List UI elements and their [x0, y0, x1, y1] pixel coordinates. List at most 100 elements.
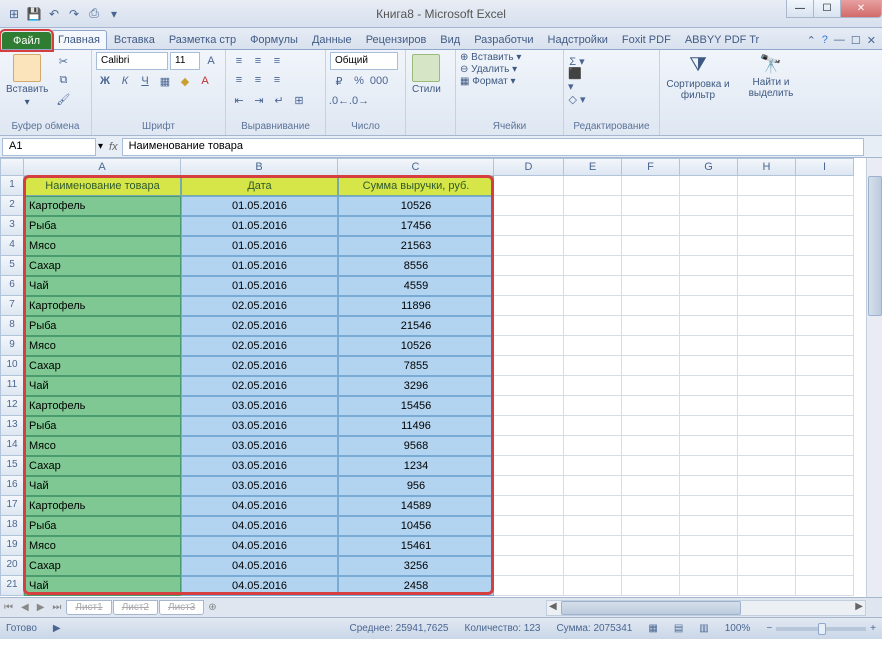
cell[interactable] — [680, 476, 738, 496]
cell[interactable] — [494, 576, 564, 596]
cell[interactable] — [622, 396, 680, 416]
fill-icon[interactable]: ⬛ ▾ — [568, 71, 586, 89]
cell-name[interactable]: Чай — [24, 276, 181, 296]
row-header[interactable]: 16 — [0, 476, 24, 496]
tab-главная[interactable]: Главная — [51, 30, 107, 49]
fx-icon[interactable]: fx — [105, 141, 122, 153]
cell-sum[interactable]: 10456 — [338, 516, 494, 536]
cell[interactable] — [680, 236, 738, 256]
cell-date[interactable]: 03.05.2016 — [181, 476, 338, 496]
align-right-icon[interactable]: ≡ — [268, 71, 286, 89]
cell[interactable] — [494, 396, 564, 416]
row-header[interactable]: 12 — [0, 396, 24, 416]
cell[interactable] — [622, 416, 680, 436]
cell-sum[interactable]: 3256 — [338, 556, 494, 576]
cell-sum[interactable]: 10526 — [338, 336, 494, 356]
new-sheet-icon[interactable]: ⊕ — [204, 602, 220, 613]
ribbon-minimize-icon[interactable]: ⌃ — [807, 34, 816, 47]
bold-icon[interactable]: Ж — [96, 72, 114, 90]
cell-sum[interactable]: 4559 — [338, 276, 494, 296]
cut-icon[interactable]: ✂ — [54, 52, 72, 70]
cell[interactable] — [564, 356, 622, 376]
cell[interactable] — [494, 456, 564, 476]
cell-name[interactable]: Чай — [24, 376, 181, 396]
cell[interactable] — [796, 556, 854, 576]
cell[interactable] — [796, 276, 854, 296]
cell[interactable] — [564, 516, 622, 536]
cell-sum[interactable]: 11496 — [338, 416, 494, 436]
cell-date[interactable]: 03.05.2016 — [181, 456, 338, 476]
decrease-decimal-icon[interactable]: .0→ — [350, 92, 368, 110]
cell[interactable] — [564, 416, 622, 436]
undo-icon[interactable]: ↶ — [46, 6, 62, 22]
cell[interactable] — [622, 576, 680, 596]
row-header[interactable]: 3 — [0, 216, 24, 236]
cell[interactable] — [622, 316, 680, 336]
header-cell-sum[interactable]: Сумма выручки, руб. — [338, 176, 494, 196]
redo-icon[interactable]: ↷ — [66, 6, 82, 22]
sheet-tab[interactable]: Лист2 — [113, 600, 158, 615]
tab-foxit pdf[interactable]: Foxit PDF — [615, 30, 678, 49]
cell-sum[interactable]: 2458 — [338, 576, 494, 596]
cell-name[interactable]: Чай — [24, 476, 181, 496]
cell-sum[interactable]: 21563 — [338, 236, 494, 256]
cell[interactable] — [494, 276, 564, 296]
cell-name[interactable]: Картофель — [24, 496, 181, 516]
row-header[interactable]: 15 — [0, 456, 24, 476]
name-box[interactable]: A1 — [2, 138, 96, 156]
view-pagebreak-icon[interactable]: ▥ — [699, 623, 708, 634]
vertical-scroll-thumb[interactable] — [868, 176, 882, 316]
sort-filter-button[interactable]: ⧩ Сортировка и фильтр — [664, 52, 732, 103]
doc-close-icon[interactable]: ✕ — [867, 34, 876, 47]
cell[interactable] — [680, 216, 738, 236]
cell[interactable] — [680, 256, 738, 276]
tab-разработчи[interactable]: Разработчи — [467, 30, 540, 49]
cell[interactable] — [564, 436, 622, 456]
cell-name[interactable]: Мясо — [24, 436, 181, 456]
column-header-H[interactable]: H — [738, 158, 796, 176]
cell[interactable] — [738, 336, 796, 356]
column-header-B[interactable]: B — [181, 158, 338, 176]
cell[interactable] — [680, 536, 738, 556]
cell[interactable] — [494, 356, 564, 376]
horizontal-scrollbar[interactable]: ◀ ▶ — [546, 600, 866, 616]
cell-sum[interactable]: 17456 — [338, 216, 494, 236]
cell[interactable] — [494, 556, 564, 576]
cell[interactable] — [680, 336, 738, 356]
cell[interactable] — [494, 496, 564, 516]
cell[interactable] — [738, 176, 796, 196]
cell-date[interactable]: 03.05.2016 — [181, 396, 338, 416]
cell-name[interactable]: Чай — [24, 576, 181, 596]
cell-sum[interactable]: 3296 — [338, 376, 494, 396]
cell[interactable] — [680, 276, 738, 296]
row-header[interactable]: 7 — [0, 296, 24, 316]
cell[interactable] — [738, 296, 796, 316]
align-center-icon[interactable]: ≡ — [249, 71, 267, 89]
row-header[interactable]: 19 — [0, 536, 24, 556]
cell[interactable] — [680, 456, 738, 476]
cell-date[interactable]: 03.05.2016 — [181, 416, 338, 436]
column-header-A[interactable]: A — [24, 158, 181, 176]
cell-name[interactable]: Картофель — [24, 296, 181, 316]
border-icon[interactable]: ▦ — [156, 72, 174, 90]
horizontal-scroll-thumb[interactable] — [561, 601, 741, 615]
cell[interactable] — [564, 476, 622, 496]
cell[interactable] — [564, 576, 622, 596]
cell[interactable] — [622, 356, 680, 376]
column-header-I[interactable]: I — [796, 158, 854, 176]
view-normal-icon[interactable]: ▦ — [648, 623, 657, 634]
sheet-tab[interactable]: Лист3 — [159, 600, 204, 615]
increase-font-icon[interactable]: A — [202, 52, 220, 70]
cell-date[interactable]: 02.05.2016 — [181, 356, 338, 376]
cells-format-button[interactable]: ▦ Формат ▾ — [460, 76, 516, 87]
cell-name[interactable]: Рыба — [24, 416, 181, 436]
merge-icon[interactable]: ⊞ — [290, 91, 308, 109]
cell-name[interactable]: Рыба — [24, 216, 181, 236]
row-header[interactable]: 2 — [0, 196, 24, 216]
cell[interactable] — [494, 216, 564, 236]
macro-record-icon[interactable]: ▶ — [53, 623, 61, 634]
sheet-nav-last-icon[interactable]: ⏭ — [48, 602, 65, 613]
font-size-combo[interactable]: 11 — [170, 52, 200, 70]
cell[interactable] — [796, 296, 854, 316]
cell[interactable] — [796, 336, 854, 356]
